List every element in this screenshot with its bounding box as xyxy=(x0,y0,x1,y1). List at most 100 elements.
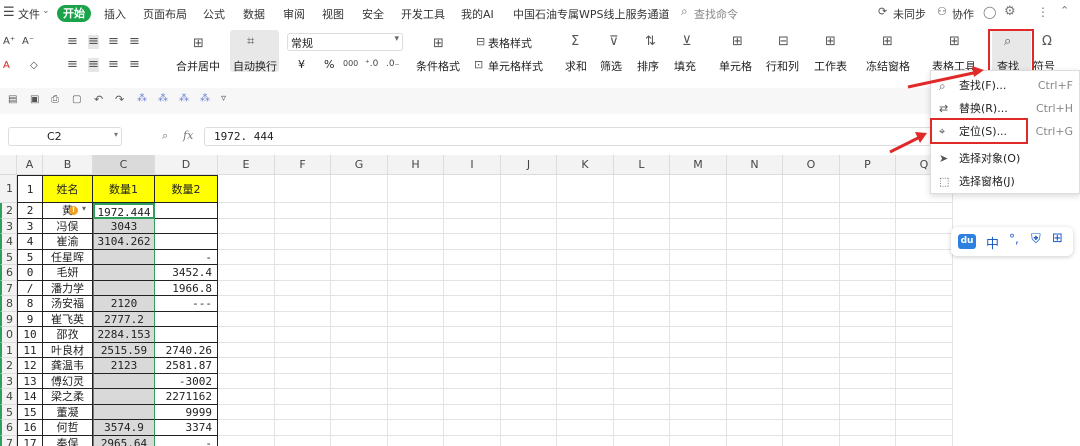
empty-cell[interactable] xyxy=(444,218,501,234)
empty-cell[interactable] xyxy=(501,311,557,327)
cell-d17[interactable]: - xyxy=(155,435,218,446)
row-header[interactable]: 7 xyxy=(0,435,17,446)
cell-c13[interactable] xyxy=(93,373,155,389)
empty-cell[interactable] xyxy=(614,404,670,420)
empty-cell[interactable] xyxy=(783,265,840,281)
row-header[interactable]: 0 xyxy=(0,327,17,343)
column-header-j[interactable]: J xyxy=(501,155,557,175)
empty-cell[interactable] xyxy=(727,435,783,446)
empty-cell[interactable] xyxy=(444,373,501,389)
empty-cell[interactable] xyxy=(275,265,331,281)
decimal-decrease-button[interactable]: .0₋ xyxy=(386,59,399,69)
empty-cell[interactable] xyxy=(783,342,840,358)
empty-cell[interactable] xyxy=(388,296,444,312)
row-header[interactable]: 9 xyxy=(0,311,17,327)
empty-cell[interactable] xyxy=(840,175,896,203)
empty-cell[interactable] xyxy=(557,296,614,312)
empty-cell[interactable] xyxy=(388,203,444,219)
empty-cell[interactable] xyxy=(388,435,444,446)
empty-cell[interactable] xyxy=(670,218,727,234)
column-header-e[interactable]: E xyxy=(218,155,275,175)
empty-cell[interactable] xyxy=(557,265,614,281)
empty-cell[interactable] xyxy=(444,404,501,420)
cell-d14[interactable]: 2271162 xyxy=(155,389,218,405)
empty-cell[interactable] xyxy=(557,218,614,234)
empty-cell[interactable] xyxy=(670,389,727,405)
menu-data[interactable]: 数据 xyxy=(243,6,265,22)
sum-icon[interactable]: Σ xyxy=(571,35,579,49)
cell-b7[interactable]: 潘力学 xyxy=(43,280,93,296)
column-header-l[interactable]: L xyxy=(614,155,670,175)
empty-cell[interactable] xyxy=(331,218,388,234)
empty-cell[interactable] xyxy=(331,175,388,203)
empty-cell[interactable] xyxy=(501,280,557,296)
empty-cell[interactable] xyxy=(218,358,275,374)
empty-cell[interactable] xyxy=(501,373,557,389)
cell-c4[interactable]: 3104.262 xyxy=(93,234,155,250)
chevron-down-icon[interactable]: ▾ xyxy=(82,204,86,213)
empty-cell[interactable] xyxy=(444,265,501,281)
empty-cell[interactable] xyxy=(557,373,614,389)
empty-cell[interactable] xyxy=(840,218,896,234)
empty-cell[interactable] xyxy=(896,311,953,327)
empty-cell[interactable] xyxy=(218,175,275,203)
cell-c10[interactable]: 2284.153 xyxy=(93,327,155,343)
cell-d9[interactable] xyxy=(155,311,218,327)
empty-cell[interactable] xyxy=(896,389,953,405)
cell-c9[interactable]: 2777.2 xyxy=(93,311,155,327)
decrease-font-icon[interactable]: A⁻ xyxy=(22,36,34,47)
empty-cell[interactable] xyxy=(331,342,388,358)
cell-a15[interactable]: 15 xyxy=(17,404,43,420)
empty-cell[interactable] xyxy=(840,435,896,446)
empty-cell[interactable] xyxy=(896,404,953,420)
empty-cell[interactable] xyxy=(218,280,275,296)
empty-cell[interactable] xyxy=(783,327,840,343)
cell-b12[interactable]: 龚温韦 xyxy=(43,358,93,374)
cell-b14[interactable]: 梁之柔 xyxy=(43,389,93,405)
row-header[interactable]: 1 xyxy=(0,175,17,203)
empty-cell[interactable] xyxy=(444,280,501,296)
cell-c11[interactable]: 2515.59 xyxy=(93,342,155,358)
empty-cell[interactable] xyxy=(614,280,670,296)
menu-service-channel[interactable]: 中国石油专属WPS线上服务通道 xyxy=(513,6,670,22)
cell-d8[interactable]: --- xyxy=(155,296,218,312)
empty-cell[interactable] xyxy=(388,280,444,296)
align-middle-icon[interactable]: ≡ xyxy=(88,35,99,49)
empty-cell[interactable] xyxy=(670,175,727,203)
ime-punctuation[interactable]: °, xyxy=(1009,232,1019,246)
empty-cell[interactable] xyxy=(388,404,444,420)
cell-icon[interactable]: ⊞ xyxy=(732,35,743,49)
empty-cell[interactable] xyxy=(614,373,670,389)
empty-cell[interactable] xyxy=(444,420,501,436)
empty-cell[interactable] xyxy=(331,280,388,296)
cell-button[interactable]: 单元格 xyxy=(719,58,752,74)
column-header-k[interactable]: K xyxy=(557,155,614,175)
row-header[interactable]: 6 xyxy=(0,420,17,436)
clear-format-icon[interactable]: ◇ xyxy=(30,60,38,71)
empty-cell[interactable] xyxy=(275,420,331,436)
cell-d2[interactable] xyxy=(155,203,218,219)
cell-b5[interactable]: 任星晖 xyxy=(43,249,93,265)
cell-d5[interactable]: - xyxy=(155,249,218,265)
empty-cell[interactable] xyxy=(388,342,444,358)
empty-cell[interactable] xyxy=(783,389,840,405)
cell-a16[interactable]: 16 xyxy=(17,420,43,436)
empty-cell[interactable] xyxy=(218,296,275,312)
menu-page-layout[interactable]: 页面布局 xyxy=(143,6,187,22)
empty-cell[interactable] xyxy=(444,234,501,250)
empty-cell[interactable] xyxy=(275,327,331,343)
row-header[interactable]: 5 xyxy=(0,249,17,265)
empty-cell[interactable] xyxy=(840,234,896,250)
empty-cell[interactable] xyxy=(896,342,953,358)
cell-b11[interactable]: 叶良材 xyxy=(43,342,93,358)
empty-cell[interactable] xyxy=(727,342,783,358)
cell-d13[interactable]: -3002 xyxy=(155,373,218,389)
empty-cell[interactable] xyxy=(275,435,331,446)
empty-cell[interactable] xyxy=(840,296,896,312)
hamburger-menu-icon[interactable]: ☰ xyxy=(3,5,15,20)
empty-cell[interactable] xyxy=(331,296,388,312)
empty-cell[interactable] xyxy=(388,327,444,343)
empty-cell[interactable] xyxy=(388,234,444,250)
empty-cell[interactable] xyxy=(727,373,783,389)
customize-icon[interactable]: ▿ xyxy=(221,93,226,104)
